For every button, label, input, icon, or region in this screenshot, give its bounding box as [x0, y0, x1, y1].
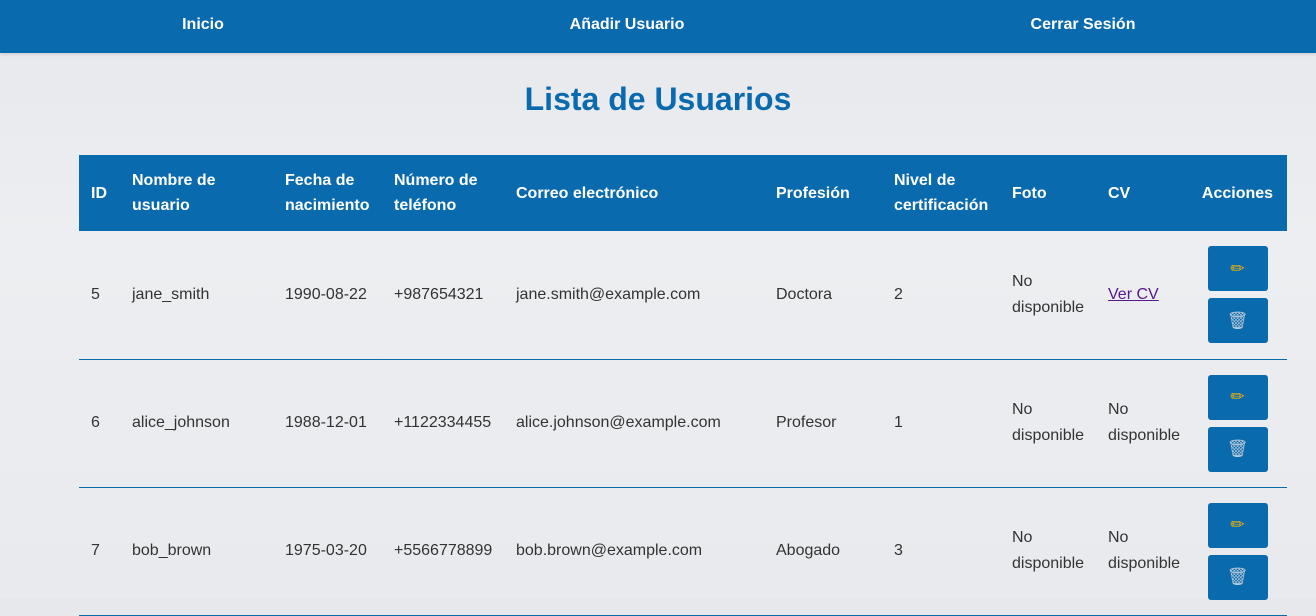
table-header: ID Nombre de usuario Fecha de nacimiento… — [79, 155, 1287, 231]
cell-phone: +987654321 — [394, 285, 484, 303]
pencil-icon: ✏ — [1230, 387, 1245, 407]
nav-link-inicio[interactable]: Inicio — [182, 0, 224, 49]
cell-phone: +1122334455 — [394, 414, 492, 431]
cell-profession: Doctora — [776, 285, 833, 303]
edit-button[interactable]: ✏ — [1207, 246, 1268, 292]
cell-profession: Profesor — [776, 414, 837, 431]
column-header-level: Nivel de certificación — [894, 172, 989, 214]
cell-username: jane_smith — [132, 285, 210, 303]
cell-photo: No disponible — [1012, 529, 1085, 572]
cell-birthdate: 1988-12-01 — [285, 414, 367, 431]
cell-phone: +5566778899 — [394, 542, 493, 559]
view-cv-link[interactable]: Ver CV — [1108, 286, 1159, 303]
cell-level: 2 — [894, 285, 903, 303]
cell-cv: No disponible — [1108, 401, 1181, 444]
column-header-birthdate: Fecha de nacimiento — [285, 172, 370, 214]
column-header-email: Correo electrónico — [516, 184, 659, 202]
column-header-id: ID — [91, 184, 107, 202]
cell-email: bob.brown@example.com — [516, 542, 703, 559]
table-row: 7 bob_brown 1975-03-20 +5566778899 bob.b… — [79, 487, 1287, 615]
cell-cv: No disponible — [1108, 529, 1181, 572]
top-navbar: Inicio Añadir Usuario Cerrar Sesión — [0, 0, 1316, 53]
cell-email: jane.smith@example.com — [516, 285, 701, 303]
users-table: ID Nombre de usuario Fecha de nacimiento… — [79, 155, 1287, 616]
table-header-row: ID Nombre de usuario Fecha de nacimiento… — [79, 155, 1287, 231]
page-title: Lista de Usuarios — [524, 81, 792, 117]
cell-username: bob_brown — [132, 542, 212, 559]
trash-icon: 🗑 — [1226, 567, 1249, 587]
cell-cv: Ver CV — [1096, 231, 1188, 359]
table-row: 6 alice_johnson 1988-12-01 +1122334455 a… — [79, 359, 1287, 487]
nav-link-add-user[interactable]: Añadir Usuario — [570, 0, 685, 49]
cell-id: 7 — [91, 542, 100, 559]
cell-actions: ✏ 🗑 — [1188, 487, 1287, 615]
cell-id: 5 — [91, 285, 100, 303]
column-header-phone: Número de teléfono — [394, 172, 478, 214]
cell-email: alice.johnson@example.com — [516, 414, 721, 431]
table-row: 5 jane_smith 1990-08-22 +987654321 jane.… — [79, 231, 1287, 359]
cell-actions: ✏ 🗑 — [1188, 231, 1287, 359]
edit-button[interactable]: ✏ — [1207, 502, 1268, 548]
column-header-photo: Foto — [1012, 184, 1047, 202]
cell-level: 1 — [894, 414, 903, 431]
trash-icon: 🗑 — [1226, 310, 1249, 331]
cell-username: alice_johnson — [132, 414, 230, 431]
delete-button[interactable]: 🗑 — [1207, 426, 1268, 472]
cell-photo: No disponible — [1012, 401, 1085, 444]
nav-link-logout[interactable]: Cerrar Sesión — [1031, 0, 1136, 49]
column-header-actions: Acciones — [1201, 184, 1274, 202]
cell-birthdate: 1975-03-20 — [285, 542, 367, 559]
cell-profession: Abogado — [776, 542, 841, 559]
pencil-icon: ✏ — [1230, 515, 1245, 535]
cell-birthdate: 1990-08-22 — [285, 285, 367, 303]
column-header-username: Nombre de usuario — [132, 172, 216, 214]
cell-actions: ✏ 🗑 — [1188, 359, 1287, 487]
pencil-icon: ✏ — [1230, 258, 1245, 279]
column-header-cv: CV — [1108, 184, 1131, 202]
delete-button[interactable]: 🗑 — [1207, 298, 1268, 344]
table-body: 5 jane_smith 1990-08-22 +987654321 jane.… — [79, 231, 1287, 615]
cell-level: 3 — [894, 542, 903, 559]
delete-button[interactable]: 🗑 — [1207, 554, 1268, 600]
edit-button[interactable]: ✏ — [1207, 374, 1268, 420]
cell-photo: No disponible — [1012, 272, 1085, 316]
cell-id: 6 — [91, 414, 100, 431]
trash-icon: 🗑 — [1226, 439, 1249, 459]
column-header-profession: Profesión — [776, 184, 850, 202]
